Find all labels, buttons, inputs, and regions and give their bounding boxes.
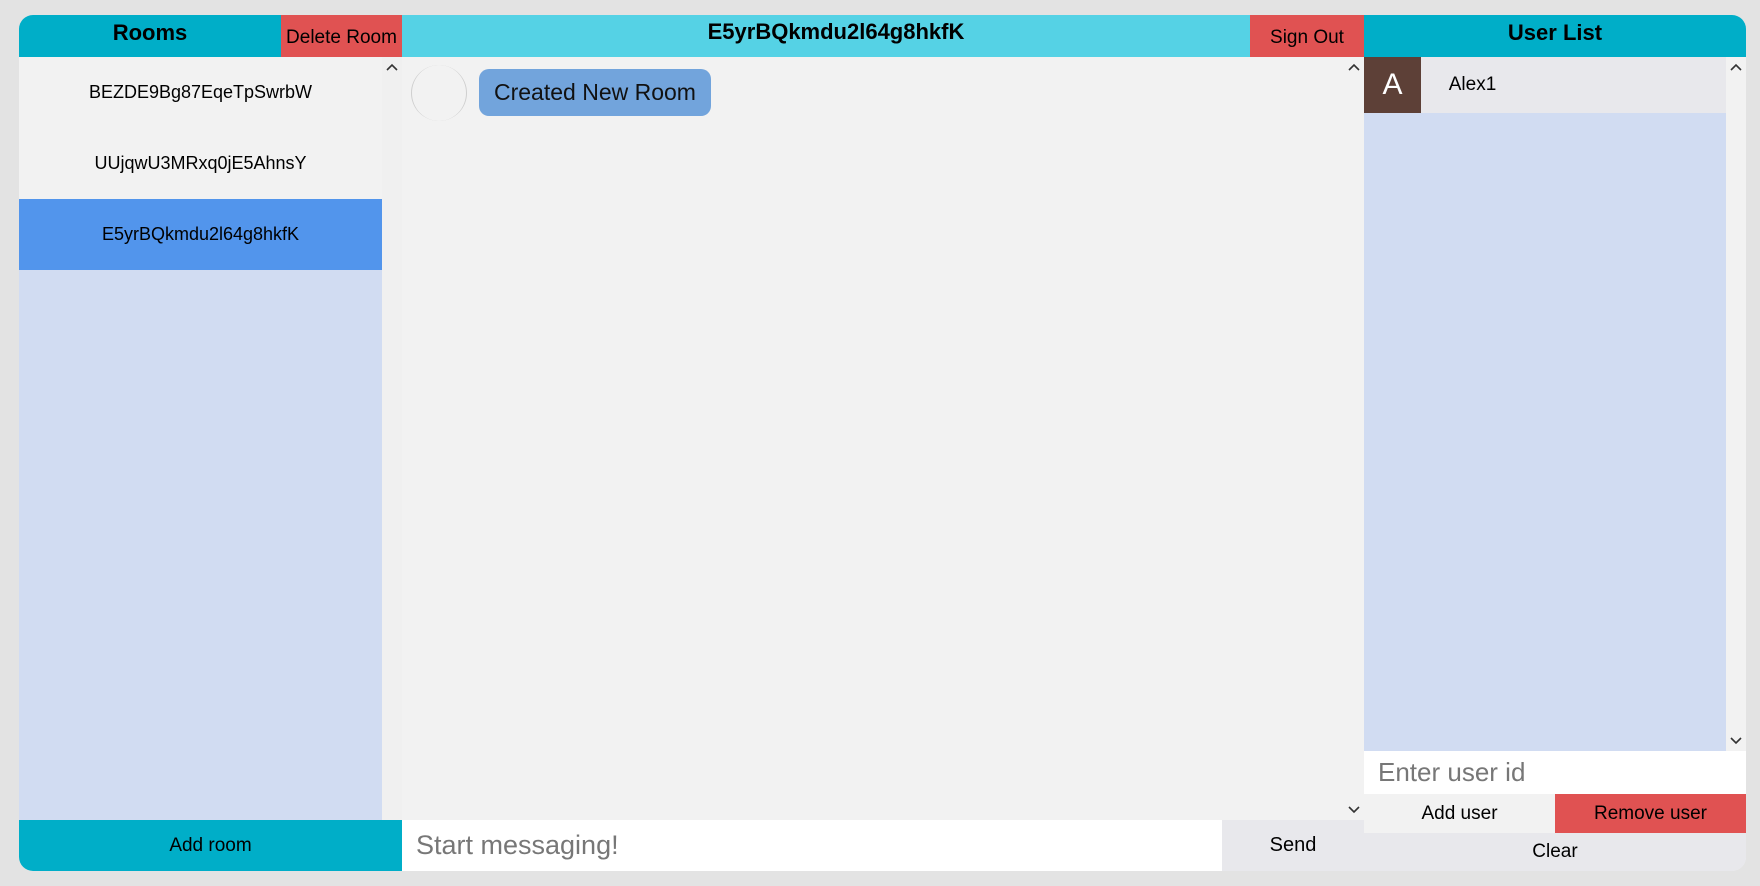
chevron-up-icon[interactable] [382,59,402,75]
users-list: A Alex1 [1364,57,1726,751]
message-avatar [411,65,467,121]
message-input[interactable] [402,820,1222,871]
messages-area: Created New Room [402,57,1344,820]
user-list-item[interactable]: A Alex1 [1364,57,1726,113]
user-name: Alex1 [1448,74,1497,95]
user-avatar: A [1364,57,1421,113]
chevron-down-icon[interactable] [1726,733,1746,749]
remove-user-button[interactable]: Remove user [1555,794,1746,833]
messages-scrollbar[interactable] [1344,57,1364,820]
chevron-up-icon[interactable] [1344,59,1364,75]
add-user-button[interactable]: Add user [1364,794,1555,833]
chevron-up-icon[interactable] [1726,59,1746,75]
send-button[interactable]: Send [1222,820,1364,871]
rooms-list: BEZDE9Bg87EqeTpSwrbW UUjqwU3MRxq0jE5Ahns… [19,57,382,834]
room-item[interactable]: BEZDE9Bg87EqeTpSwrbW [19,57,382,128]
chat-room-title: E5yrBQkmdu2l64g8hkfK [707,19,965,44]
chevron-down-icon[interactable] [1344,802,1364,818]
room-item[interactable]: UUjqwU3MRxq0jE5AhnsY [19,128,382,199]
sign-out-button[interactable]: Sign Out [1250,15,1364,57]
clear-button[interactable]: Clear [1364,833,1746,871]
add-room-button[interactable]: Add room [19,820,402,871]
chat-app: Rooms Delete Room BEZDE9Bg87EqeTpSwrbW U… [19,15,1746,871]
rooms-scrollbar[interactable] [382,57,402,834]
users-scrollbar[interactable] [1726,57,1746,751]
users-title: User List [1507,20,1603,45]
user-id-input[interactable] [1364,751,1746,794]
delete-room-button[interactable]: Delete Room [281,15,402,57]
room-item-selected[interactable]: E5yrBQkmdu2l64g8hkfK [19,199,382,270]
message-bubble: Created New Room [479,69,711,116]
rooms-title: Rooms [112,20,188,45]
